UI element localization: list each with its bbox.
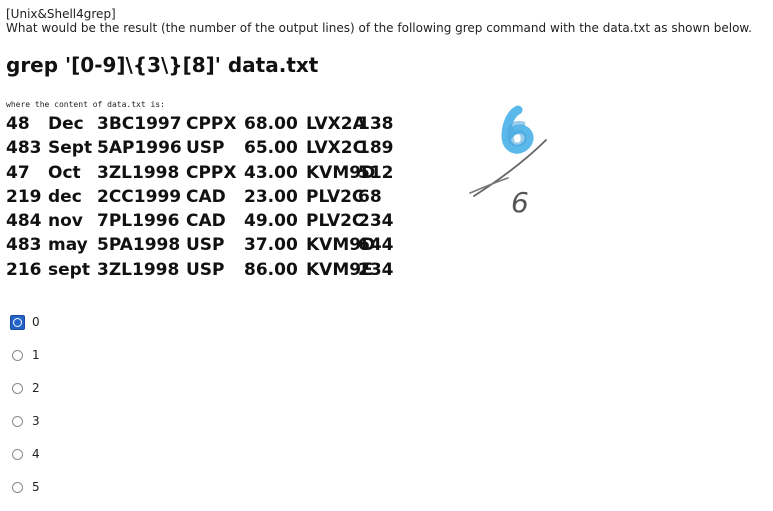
data-cell: Dec: [48, 114, 84, 134]
data-cell: 5AP1996: [97, 138, 182, 159]
data-cell: 512: [358, 162, 394, 183]
data-cell: 3BC1997: [97, 114, 182, 134]
data-cell: USP: [186, 138, 225, 159]
data-cell: 48: [6, 114, 30, 134]
data-file-caption: where the content of data.txt is:: [6, 100, 165, 109]
data-cell: may: [48, 235, 88, 256]
data-cell: 23.00: [244, 186, 298, 207]
data-cell: 37.00: [244, 235, 298, 256]
data-cell: 3ZL1998: [97, 259, 180, 280]
answer-option[interactable]: 0: [10, 313, 70, 346]
option-label: 0: [32, 315, 40, 329]
data-cell: 65.00: [244, 138, 298, 159]
data-cell: CAD: [186, 211, 226, 232]
handwritten-digit: 6: [511, 186, 529, 219]
data-cell: CAD: [186, 186, 226, 207]
answer-option[interactable]: 2: [10, 379, 70, 412]
option-label: 2: [32, 381, 40, 395]
data-cell: 483: [6, 235, 42, 256]
answer-option[interactable]: 1: [10, 346, 70, 379]
data-cell: 219: [6, 186, 42, 207]
radio-button[interactable]: [12, 416, 23, 427]
data-row: 48 Dec 3BC1997 CPPX 68.00 LVX2A 138: [6, 112, 406, 136]
answer-option[interactable]: 3: [10, 412, 70, 445]
data-cell: 234: [358, 259, 394, 280]
data-cell: 483: [6, 138, 42, 159]
data-row: 483 may 5PA1998 USP 37.00 KVM9D 644: [6, 233, 406, 257]
data-cell: LVX2A: [306, 114, 366, 134]
radio-button[interactable]: [12, 482, 23, 493]
data-cell: 138: [358, 114, 394, 134]
data-table: 48 Dec 3BC1997 CPPX 68.00 LVX2A 138 483 …: [6, 112, 406, 282]
answer-options: 0 1 2 3 4 5: [10, 313, 70, 511]
data-cell: CPPX: [186, 162, 237, 183]
data-cell: 5PA1998: [97, 235, 181, 256]
data-cell: CPPX: [186, 114, 237, 134]
answer-option[interactable]: 4: [10, 445, 70, 478]
data-row: 47 Oct 3ZL1998 CPPX 43.00 KVM9D 512: [6, 161, 406, 185]
radio-button[interactable]: [12, 449, 23, 460]
data-row: 483 Sept 5AP1996 USP 65.00 LVX2C 189: [6, 136, 406, 160]
option-label: 5: [32, 480, 40, 494]
grep-command: grep '[0-9]\{3\}[8]' data.txt: [6, 53, 319, 77]
data-cell: Oct: [48, 162, 81, 183]
data-row: 216 sept 3ZL1998 USP 86.00 KVM9E 234: [6, 258, 406, 282]
data-cell: 3ZL1998: [97, 162, 180, 183]
slash-mark-lower: [469, 177, 509, 194]
data-cell: 216: [6, 259, 42, 280]
data-cell: 7PL1996: [97, 211, 180, 232]
radio-button[interactable]: [12, 350, 23, 361]
data-row: 219 dec 2CC1999 CAD 23.00 PLV2C 68: [6, 185, 406, 209]
data-cell: USP: [186, 259, 225, 280]
data-cell: 644: [358, 235, 394, 256]
question-text: What would be the result (the number of …: [6, 21, 752, 35]
data-cell: nov: [48, 211, 83, 232]
data-cell: 43.00: [244, 162, 298, 183]
handwritten-annotation: 6 6: [469, 105, 547, 219]
data-cell: 49.00: [244, 211, 298, 232]
data-cell: 484: [6, 211, 42, 232]
option-label: 4: [32, 447, 40, 461]
option-label: 1: [32, 348, 40, 362]
data-cell: Sept: [48, 138, 93, 159]
data-row: 484 nov 7PL1996 CAD 49.00 PLV2C 234: [6, 209, 406, 233]
highlight-digit: 6: [505, 115, 529, 155]
data-cell: 234: [358, 211, 394, 232]
option-label: 3: [32, 414, 40, 428]
question-tag: [Unix&Shell4grep]: [6, 7, 116, 21]
data-cell: USP: [186, 235, 225, 256]
answer-option[interactable]: 5: [10, 478, 70, 511]
radio-button-selected[interactable]: [10, 315, 25, 330]
data-cell: 68: [358, 186, 382, 207]
data-cell: 189: [358, 138, 394, 159]
data-cell: 2CC1999: [97, 186, 182, 207]
data-cell: 86.00: [244, 259, 298, 280]
radio-button[interactable]: [12, 383, 23, 394]
data-cell: 68.00: [244, 114, 298, 134]
data-cell: LVX2C: [306, 138, 366, 159]
data-cell: PLV2C: [306, 211, 365, 232]
data-cell: sept: [48, 259, 90, 280]
data-cell: PLV2C: [306, 186, 365, 207]
data-cell: 47: [6, 162, 30, 183]
data-cell: dec: [48, 186, 82, 207]
